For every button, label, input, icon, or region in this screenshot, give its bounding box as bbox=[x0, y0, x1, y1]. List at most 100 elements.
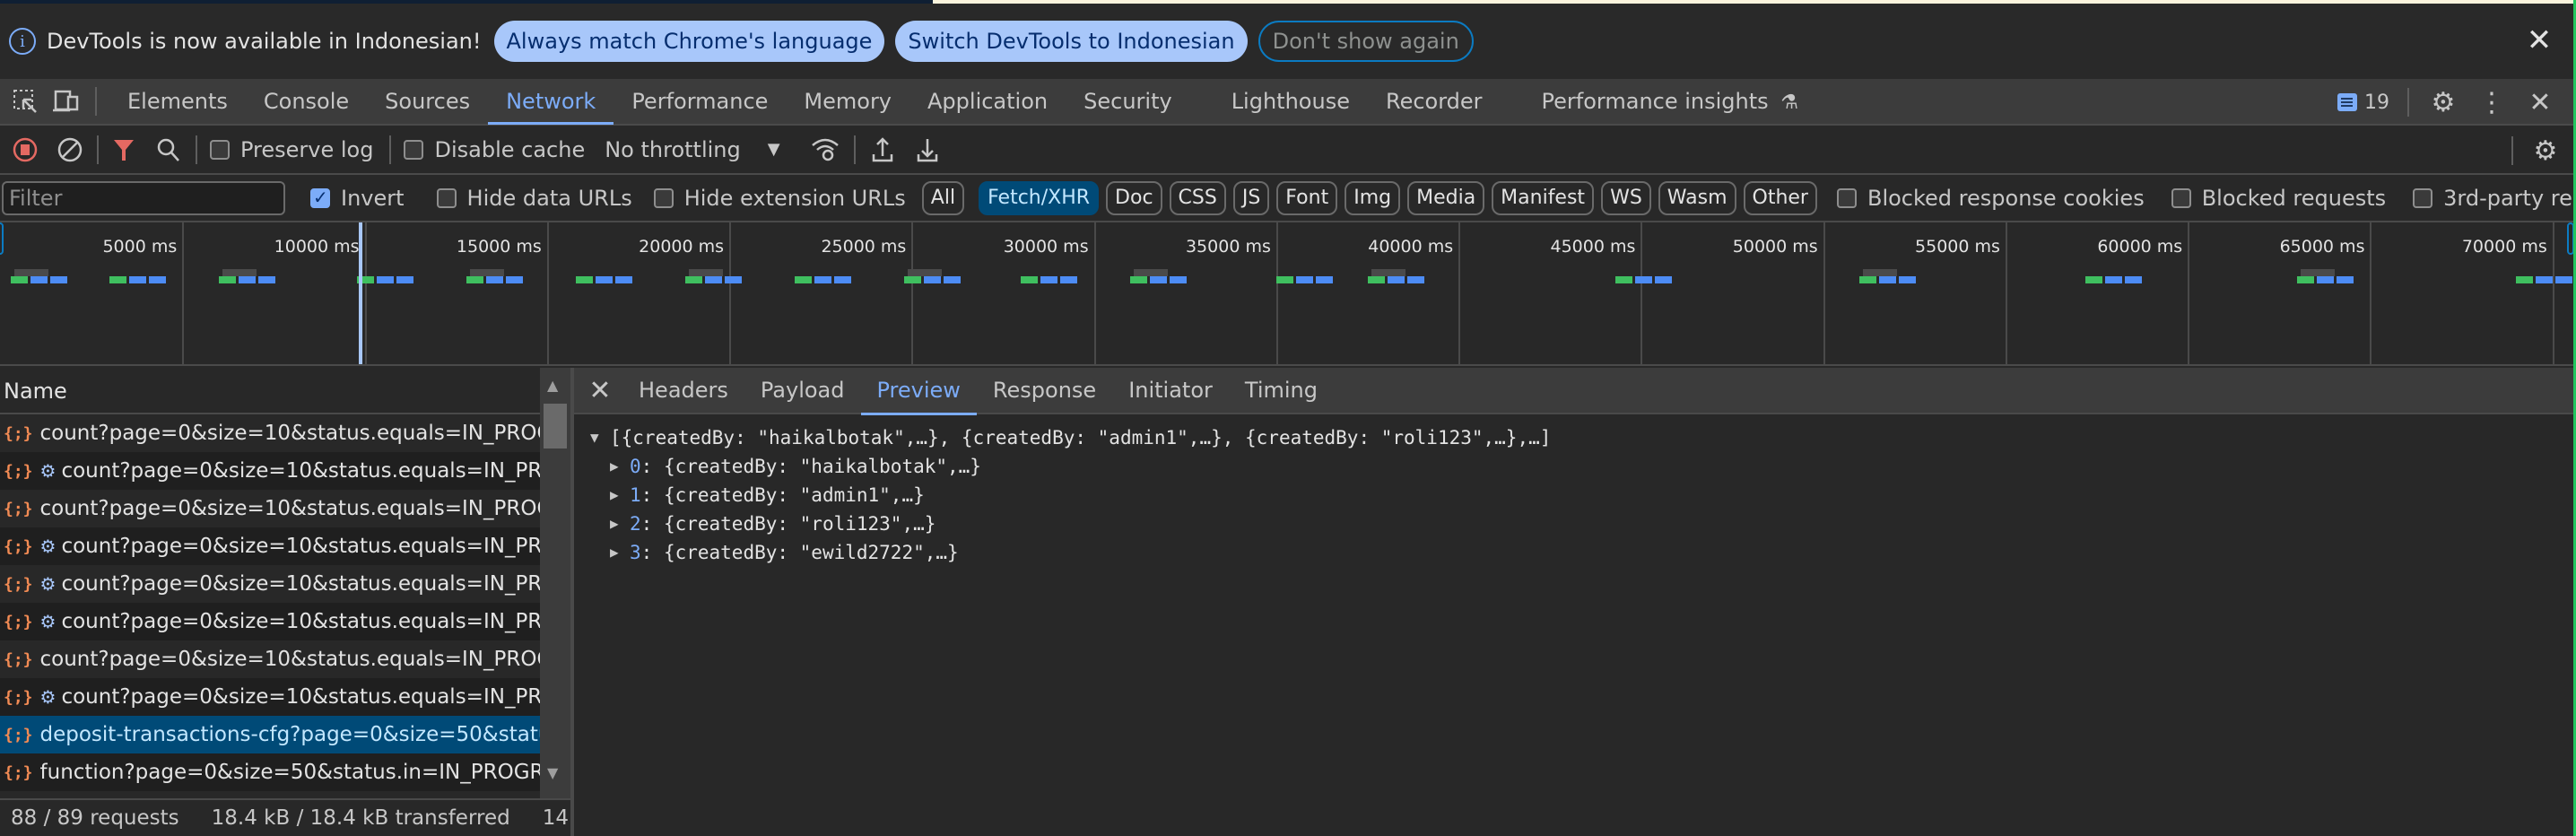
tab-application[interactable]: Application bbox=[909, 78, 1066, 125]
collapsed-triangle-icon[interactable]: ▶ bbox=[610, 538, 630, 567]
collapsed-triangle-icon[interactable]: ▶ bbox=[610, 452, 630, 481]
clear-icon[interactable] bbox=[52, 132, 88, 168]
export-har-icon[interactable] bbox=[909, 132, 945, 168]
request-row[interactable]: {;} count?page=0&size=10&status.equals=IN… bbox=[0, 490, 540, 527]
scroll-up-icon[interactable]: ▲ bbox=[547, 377, 558, 394]
scroll-down-icon[interactable]: ▼ bbox=[547, 764, 558, 781]
expanded-triangle-icon[interactable]: ▼ bbox=[590, 423, 610, 452]
tab-headers[interactable]: Headers bbox=[622, 367, 744, 414]
tab-memory[interactable]: Memory bbox=[786, 78, 909, 125]
type-chip-img[interactable]: Img bbox=[1345, 180, 1401, 215]
request-row[interactable]: {;} ⚙ count?page=0&size=10&status.equals=I… bbox=[0, 678, 540, 716]
preview-array-item[interactable]: ▶ 3: {createdBy: "ewild2722",…} bbox=[590, 538, 2576, 567]
overview-queued-bar bbox=[1134, 269, 1169, 276]
filter-icon[interactable] bbox=[106, 132, 142, 168]
network-settings-gear-icon[interactable]: ⚙ bbox=[2528, 133, 2563, 169]
network-overview-timeline[interactable]: 5000 ms 10000 ms 15000 ms 20000 ms 25000 ms 3… bbox=[0, 222, 2576, 366]
overview-waiting-bar bbox=[904, 276, 922, 283]
preview-array-item[interactable]: ▶ 2: {createdBy: "roli123",…} bbox=[590, 509, 2576, 538]
overview-left-handle[interactable] bbox=[0, 222, 4, 255]
tab-recorder[interactable]: Recorder bbox=[1368, 78, 1524, 125]
dont-show-again-button[interactable]: Don't show again bbox=[1258, 21, 1474, 62]
switch-to-indonesian-button[interactable]: Switch DevTools to Indonesian bbox=[895, 21, 1248, 62]
overview-waiting-bar bbox=[11, 276, 29, 283]
request-row[interactable]: {;} count?page=0&size=10&status.equals=IN… bbox=[0, 414, 540, 452]
tab-sources[interactable]: Sources bbox=[367, 78, 488, 125]
request-row[interactable]: {;} deposit-transactions-cfg?page=0&size=… bbox=[0, 716, 540, 753]
preview-array-item[interactable]: ▶ 0: {createdBy: "haikalbotak",…} bbox=[590, 452, 2576, 481]
throttling-select[interactable]: No throttling bbox=[605, 137, 741, 162]
tab-console[interactable]: Console bbox=[246, 78, 367, 125]
request-row[interactable]: {;} function?page=0&size=50&status.in=IN_… bbox=[0, 753, 540, 791]
overview-tick-label: 30000 ms bbox=[1003, 237, 1089, 257]
overview-download-bar bbox=[506, 276, 524, 283]
type-chip-js[interactable]: JS bbox=[1232, 180, 1270, 215]
filter-input[interactable] bbox=[2, 180, 285, 215]
request-row[interactable]: {;} count?page=0&size=10&status.equals=IN… bbox=[0, 640, 540, 678]
close-icon[interactable]: ✕ bbox=[2522, 23, 2556, 57]
type-chip-media[interactable]: Media bbox=[1407, 180, 1485, 215]
type-chip-doc[interactable]: Doc bbox=[1106, 180, 1162, 215]
request-row[interactable]: {;} ⚙ count?page=0&size=10&status.equals=I… bbox=[0, 527, 540, 565]
type-chip-ws[interactable]: WS bbox=[1601, 180, 1651, 215]
settings-gear-icon[interactable]: ⚙ bbox=[2425, 84, 2461, 120]
overview-download-bar bbox=[1060, 276, 1078, 283]
tab-timing[interactable]: Timing bbox=[1229, 367, 1334, 414]
blocked-response-cookies-checkbox[interactable] bbox=[1836, 187, 1857, 208]
stop-recording-icon[interactable] bbox=[7, 132, 43, 168]
type-chip-manifest[interactable]: Manifest bbox=[1492, 180, 1595, 215]
disable-cache-checkbox[interactable] bbox=[404, 139, 424, 160]
issues-count: 19 bbox=[2364, 91, 2389, 114]
request-row[interactable]: {;} ⚙ count?page=0&size=10&status.equals=I… bbox=[0, 565, 540, 603]
close-devtools-icon[interactable]: ✕ bbox=[2522, 84, 2558, 120]
collapsed-triangle-icon[interactable]: ▶ bbox=[610, 481, 630, 509]
name-column-header[interactable]: Name bbox=[0, 368, 540, 414]
tab-preview[interactable]: Preview bbox=[860, 367, 978, 415]
inspect-element-icon[interactable] bbox=[9, 85, 41, 118]
tab-network[interactable]: Network bbox=[488, 78, 614, 125]
type-chip-all[interactable]: All bbox=[921, 180, 965, 215]
overview-download-bar bbox=[238, 276, 256, 283]
type-chip-font[interactable]: Font bbox=[1276, 180, 1338, 215]
preserve-log-checkbox[interactable] bbox=[210, 139, 230, 160]
issues-counter[interactable]: 19 bbox=[2337, 91, 2389, 114]
type-chip-wasm[interactable]: Wasm bbox=[1658, 180, 1736, 215]
blocked-requests-checkbox[interactable] bbox=[2171, 187, 2191, 208]
tab-response[interactable]: Response bbox=[977, 367, 1112, 414]
tab-performance[interactable]: Performance bbox=[614, 78, 786, 125]
more-options-icon[interactable]: ⋮ bbox=[2474, 84, 2510, 120]
invert-checkbox[interactable] bbox=[310, 187, 330, 208]
type-chip-fetch-xhr[interactable]: Fetch/XHR bbox=[979, 180, 1100, 215]
network-conditions-icon[interactable] bbox=[807, 132, 843, 168]
hide-data-urls-checkbox[interactable] bbox=[436, 187, 457, 208]
collapsed-triangle-icon[interactable]: ▶ bbox=[610, 509, 630, 538]
overview-tick-label: 55000 ms bbox=[1915, 237, 2000, 257]
preview-array-item[interactable]: ▶ 1: {createdBy: "admin1",…} bbox=[590, 481, 2576, 509]
tab-security[interactable]: Security bbox=[1066, 78, 1214, 125]
close-detail-icon[interactable]: ✕ bbox=[581, 375, 619, 406]
request-row[interactable]: {;} ⚙ count?page=0&size=10&status.equals=I… bbox=[0, 452, 540, 490]
tab-performance-insights[interactable]: Performance insights ⚗ bbox=[1524, 78, 1817, 125]
third-party-requests-checkbox[interactable] bbox=[2413, 187, 2433, 208]
device-toolbar-icon[interactable] bbox=[50, 85, 83, 118]
preview-root-node[interactable]: ▼ [{createdBy: "haikalbotak",…}, {create… bbox=[590, 423, 2576, 452]
tab-payload[interactable]: Payload bbox=[744, 367, 861, 414]
tab-elements[interactable]: Elements bbox=[109, 78, 246, 125]
request-name: count?page=0&size=10&status.equals=IN_PR… bbox=[61, 535, 540, 558]
divider bbox=[2407, 88, 2409, 117]
request-list-scrollbar[interactable]: ▲ ▼ bbox=[540, 368, 570, 798]
type-chip-css[interactable]: CSS bbox=[1169, 180, 1226, 215]
fetch-xhr-icon: {;} bbox=[4, 649, 33, 669]
service-worker-gear-icon: ⚙ bbox=[39, 686, 57, 708]
import-har-icon[interactable] bbox=[865, 132, 901, 168]
request-row[interactable]: {;} ⚙ count?page=0&size=10&status.equals=I… bbox=[0, 603, 540, 640]
request-name: count?page=0&size=10&status.equals=IN_PR… bbox=[61, 685, 540, 709]
chevron-down-icon[interactable]: ▼ bbox=[768, 140, 780, 159]
scrollbar-thumb[interactable] bbox=[544, 404, 567, 448]
tab-lighthouse[interactable]: Lighthouse bbox=[1214, 78, 1368, 125]
type-chip-other[interactable]: Other bbox=[1743, 180, 1817, 215]
search-icon[interactable] bbox=[151, 132, 187, 168]
tab-initiator[interactable]: Initiator bbox=[1112, 367, 1229, 414]
hide-extension-urls-checkbox[interactable] bbox=[653, 187, 674, 208]
always-match-language-button[interactable]: Always match Chrome's language bbox=[493, 21, 885, 62]
